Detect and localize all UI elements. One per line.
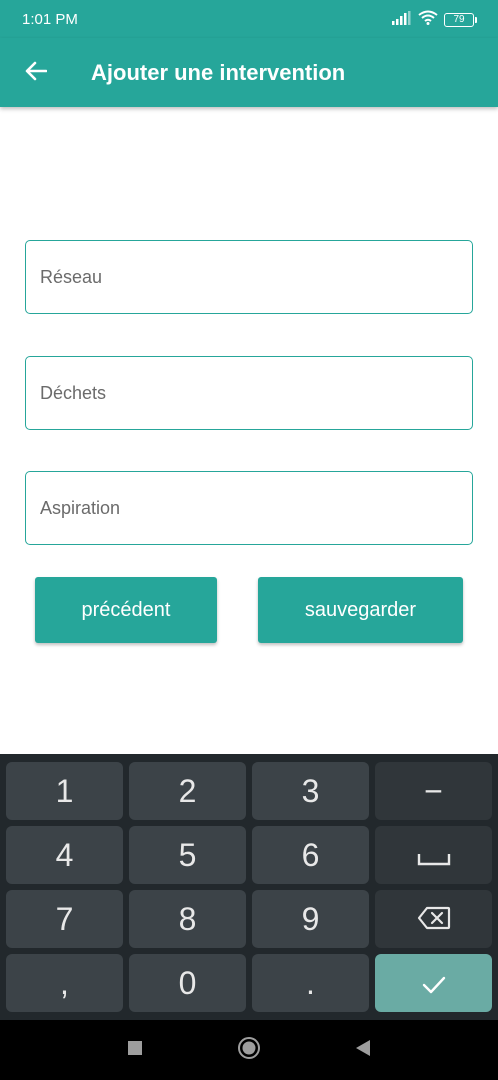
back-button[interactable]: [16, 53, 56, 93]
status-bar: 1:01 PM 79: [0, 0, 498, 38]
dechets-input[interactable]: [26, 357, 472, 429]
battery-icon: 79: [444, 13, 477, 27]
check-icon: [422, 965, 446, 1002]
key-done[interactable]: [375, 954, 492, 1012]
app-bar: Ajouter une intervention: [0, 38, 498, 107]
key-backspace[interactable]: [375, 890, 492, 948]
triangle-back-icon: [354, 1039, 372, 1062]
key-2[interactable]: 2: [129, 762, 246, 820]
key-minus[interactable]: −: [375, 762, 492, 820]
key-3[interactable]: 3: [252, 762, 369, 820]
save-button[interactable]: sauvegarder: [258, 577, 463, 643]
key-0[interactable]: 0: [129, 954, 246, 1012]
status-time: 1:01 PM: [22, 11, 78, 28]
space-icon: [417, 837, 451, 874]
square-icon: [127, 1040, 143, 1061]
key-space[interactable]: [375, 826, 492, 884]
key-4[interactable]: 4: [6, 826, 123, 884]
wifi-icon: [418, 10, 438, 30]
key-dot[interactable]: .: [252, 954, 369, 1012]
aspiration-field-container: [25, 471, 473, 545]
signal-icon: [392, 10, 412, 30]
circle-icon: [237, 1036, 261, 1065]
key-1[interactable]: 1: [6, 762, 123, 820]
reseau-field-container: [25, 240, 473, 314]
key-comma[interactable]: ,: [6, 954, 123, 1012]
status-icons: 79: [392, 10, 477, 30]
back-nav-button[interactable]: [351, 1038, 375, 1062]
system-nav-bar: [0, 1020, 498, 1080]
key-7[interactable]: 7: [6, 890, 123, 948]
reseau-input[interactable]: [26, 241, 472, 313]
key-8[interactable]: 8: [129, 890, 246, 948]
recents-button[interactable]: [123, 1038, 147, 1062]
home-button[interactable]: [237, 1036, 261, 1065]
dechets-field-container: [25, 356, 473, 430]
numeric-keyboard: 1 2 3 − 4 5 6 7 8 9 , 0 .: [0, 754, 498, 1020]
key-9[interactable]: 9: [252, 890, 369, 948]
page-title: Ajouter une intervention: [91, 60, 346, 85]
previous-button[interactable]: précédent: [35, 577, 217, 643]
backspace-icon: [417, 901, 451, 938]
arrow-left-icon: [25, 61, 48, 86]
key-6[interactable]: 6: [252, 826, 369, 884]
aspiration-input[interactable]: [26, 472, 472, 544]
key-5[interactable]: 5: [129, 826, 246, 884]
